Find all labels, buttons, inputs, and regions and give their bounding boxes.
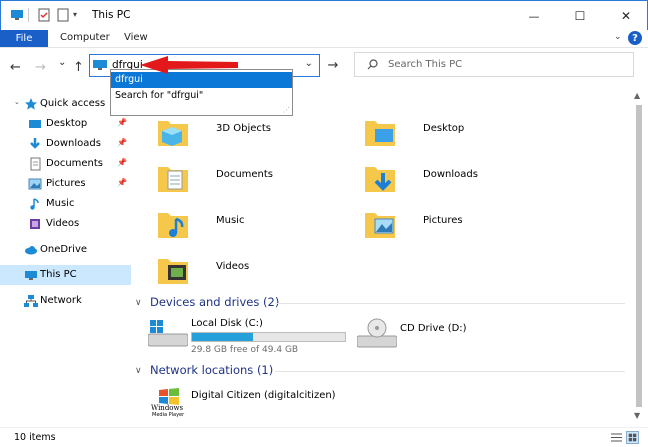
network-icon xyxy=(24,295,38,307)
sidebar-item-documents[interactable]: Documents 📌 xyxy=(0,154,131,174)
autocomplete-item[interactable]: dfrgui xyxy=(111,72,292,88)
sidebar-item-videos[interactable]: Videos xyxy=(0,214,131,234)
local-disk-icon xyxy=(148,320,188,347)
sidebar-item-music[interactable]: Music xyxy=(0,194,131,214)
scroll-up-icon[interactable]: ▲ xyxy=(634,91,640,100)
file-tab[interactable]: File xyxy=(0,30,48,47)
downloads-icon xyxy=(30,138,40,149)
back-button[interactable]: ← xyxy=(10,60,21,75)
videos-folder-icon xyxy=(158,259,188,284)
group-divider xyxy=(275,303,625,304)
resize-grip-icon[interactable]: ⋰ xyxy=(283,106,290,114)
search-input[interactable]: Search This PC xyxy=(388,59,462,70)
folder-documents[interactable]: Documents xyxy=(156,161,356,207)
ribbon: File Computer View ⌄ ? xyxy=(0,30,648,48)
folder-3d-objects[interactable]: 3D Objects xyxy=(156,115,356,161)
red-arrow-icon xyxy=(140,56,238,74)
chevron-down-icon[interactable]: ⌄ xyxy=(14,98,20,106)
autocomplete-dropdown: dfrgui Search for "dfrgui" ⋰ xyxy=(110,69,293,116)
scroll-down-icon[interactable]: ▼ xyxy=(634,411,640,420)
group-header-network[interactable]: Network locations (1) xyxy=(150,363,273,377)
customize-quick-access-icon[interactable]: ▾ xyxy=(73,10,77,19)
tab-view[interactable]: View xyxy=(124,32,148,43)
view-switcher xyxy=(610,431,640,444)
group-divider xyxy=(275,371,625,372)
windows-caption: Windows xyxy=(151,404,184,412)
minimize-button[interactable]: — xyxy=(511,1,557,31)
3d-objects-folder-icon xyxy=(158,121,188,146)
disk-usage-bar xyxy=(191,332,346,342)
this-pc-app-icon xyxy=(11,10,23,20)
window-title: This PC xyxy=(92,9,131,21)
vertical-scrollbar[interactable]: ▲ ▼ xyxy=(631,89,648,427)
pictures-folder-icon xyxy=(365,213,395,238)
address-history-icon[interactable]: ⌄ xyxy=(305,58,313,69)
item-count: 10 items xyxy=(14,432,56,443)
windows-logo-icon xyxy=(159,388,179,405)
sidebar-item-this-pc[interactable]: This PC xyxy=(0,265,131,285)
pictures-icon xyxy=(28,178,42,190)
navigation-bar: ← → ⌄ ↑ dfrgui ⌄ → Search This PC xyxy=(0,49,648,89)
folder-music[interactable]: Music xyxy=(156,207,356,253)
music-folder-icon xyxy=(158,213,188,238)
star-icon xyxy=(25,98,37,110)
documents-icon xyxy=(30,157,41,171)
maximize-button[interactable]: ☐ xyxy=(557,1,603,31)
downloads-folder-icon xyxy=(365,167,395,192)
sidebar-item-pictures[interactable]: Pictures 📌 xyxy=(0,174,131,194)
sidebar-item-downloads[interactable]: Downloads 📌 xyxy=(0,134,131,154)
pin-icon: 📌 xyxy=(117,158,127,167)
sidebar-item-network[interactable]: Network xyxy=(0,291,131,311)
autocomplete-item[interactable]: Search for "dfrgui" xyxy=(111,88,292,104)
group-header-devices[interactable]: Devices and drives (2) xyxy=(150,295,279,309)
pin-icon: 📌 xyxy=(117,138,127,147)
forward-button[interactable]: → xyxy=(35,60,46,75)
chevron-down-icon[interactable]: ∨ xyxy=(135,366,142,376)
scrollbar-thumb[interactable] xyxy=(636,105,642,407)
recent-locations-button[interactable]: ⌄ xyxy=(58,57,66,68)
desktop-icon xyxy=(29,120,41,128)
go-button[interactable]: → xyxy=(322,54,344,77)
up-button[interactable]: ↑ xyxy=(73,60,84,75)
documents-folder-icon xyxy=(158,167,188,192)
chevron-down-icon[interactable]: ∨ xyxy=(135,298,142,308)
search-box[interactable]: Search This PC xyxy=(354,52,634,77)
folder-videos[interactable]: Videos xyxy=(156,253,356,299)
new-folder-icon[interactable] xyxy=(56,8,70,22)
videos-icon xyxy=(30,219,40,229)
tab-computer[interactable]: Computer xyxy=(60,32,110,43)
status-bar: 10 items xyxy=(0,427,648,447)
expand-ribbon-icon[interactable]: ⌄ xyxy=(614,32,622,42)
title-bar: ▾ This PC — ☐ ✕ xyxy=(0,0,648,30)
properties-icon[interactable] xyxy=(37,8,51,22)
pin-icon: 📌 xyxy=(117,118,127,127)
close-button[interactable]: ✕ xyxy=(603,1,648,31)
folder-downloads[interactable]: Downloads xyxy=(363,161,563,207)
sidebar-item-onedrive[interactable]: OneDrive xyxy=(0,240,131,260)
music-icon xyxy=(30,198,39,210)
details-view-icon[interactable] xyxy=(610,431,623,444)
folder-desktop[interactable]: Desktop xyxy=(363,115,563,161)
cloud-icon xyxy=(25,246,37,255)
navigation-pane: ⌄ Quick access Desktop 📌 Downloads 📌 Doc… xyxy=(0,89,131,427)
large-icons-view-icon[interactable] xyxy=(626,431,639,444)
folder-pictures[interactable]: Pictures xyxy=(363,207,563,253)
content-pane: 3D Objects Desktop Documents Downloads M… xyxy=(131,89,631,427)
disk-usage-fill xyxy=(192,333,254,341)
help-icon[interactable]: ? xyxy=(628,31,642,45)
drive-local-disk[interactable]: Local Disk (C:) 29.8 GB free of 49.4 GB xyxy=(148,318,348,364)
pin-icon: 📌 xyxy=(117,178,127,187)
drive-cd[interactable]: CD Drive (D:) xyxy=(357,318,557,364)
this-pc-icon xyxy=(25,271,37,280)
media-player-caption: Media Player xyxy=(152,412,185,418)
this-pc-icon xyxy=(93,60,107,70)
cd-drive-icon xyxy=(357,318,397,348)
search-icon xyxy=(367,59,378,70)
desktop-folder-icon xyxy=(365,121,395,146)
sidebar-item-desktop[interactable]: Desktop 📌 xyxy=(0,114,131,134)
